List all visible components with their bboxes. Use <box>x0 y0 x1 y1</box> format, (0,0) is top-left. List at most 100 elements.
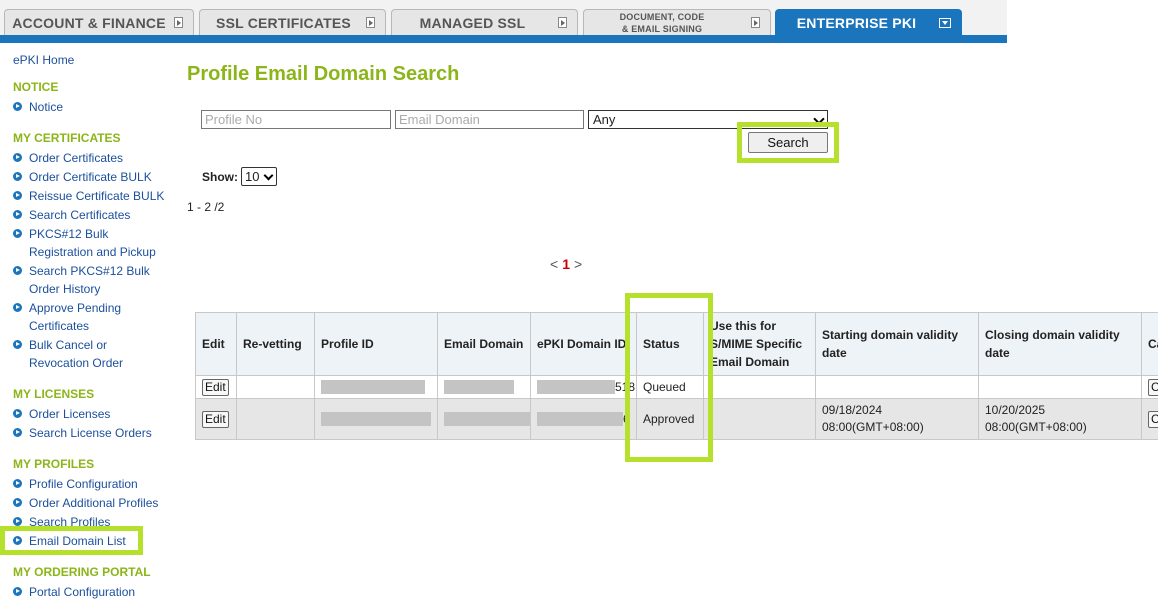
table-row: Edit 518 Queued C <box>195 375 1158 399</box>
tab-document-code-email-signing[interactable]: DOCUMENT, CODE & EMAIL SIGNING <box>583 9 771 35</box>
bullet-arrow-icon <box>13 536 22 545</box>
start-validity-cell: 09/18/2024 08:00(GMT+08:00) <box>815 398 979 440</box>
show-label: Show: <box>202 170 238 184</box>
sidebar-item-label: Order Certificate BULK <box>29 170 152 184</box>
bullet-arrow-icon <box>13 517 22 526</box>
top-navigation: ACCOUNT & FINANCE SSL CERTIFICATES MANAG… <box>0 0 1007 43</box>
cancel-button[interactable]: C <box>1148 410 1158 428</box>
sidebar-item-label-line1: Approve Pending <box>29 301 122 315</box>
domain-id-tail: 6 <box>623 411 630 426</box>
dropdown-arrow-icon <box>939 18 951 28</box>
smime-cell <box>703 398 816 440</box>
tab-label-line2: & EMAIL SIGNING <box>621 23 703 34</box>
result-range: 1 - 2 /2 <box>187 200 225 214</box>
sidebar-item-label: Profile Configuration <box>29 477 138 491</box>
pager-next[interactable]: > <box>574 256 582 272</box>
tab-label: MANAGED SSL <box>419 14 526 31</box>
sidebar-item-order-certificate-bulk[interactable]: Order Certificate BULK <box>13 168 152 186</box>
chevron-down-icon <box>263 170 274 181</box>
col-header-profile-id: Profile ID <box>314 312 438 376</box>
close-time: 08:00(GMT+08:00) <box>985 420 1087 434</box>
results-table-container: Edit Re-vetting Profile ID Email Domain … <box>195 312 1158 442</box>
sidebar-item-label-line1: Bulk Cancel or <box>29 338 108 352</box>
revetting-cell <box>236 375 315 399</box>
sidebar-item-label-line2: Revocation Order <box>29 356 124 370</box>
bullet-arrow-icon <box>13 229 22 238</box>
cancel-button[interactable]: C <box>1148 378 1158 396</box>
sidebar-item-label: Order Licenses <box>29 407 111 421</box>
sidebar-item-bulk-cancel-revocation[interactable]: Bulk Cancel or Revocation Order <box>13 336 123 372</box>
close-date: 10/20/2025 <box>985 403 1046 417</box>
sidebar-item-email-domain-list[interactable]: Email Domain List <box>13 532 126 550</box>
bullet-arrow-icon <box>13 498 22 507</box>
bullet-arrow-icon <box>13 428 22 437</box>
expand-arrow-icon <box>366 17 375 28</box>
edit-button[interactable]: Edit <box>202 378 229 396</box>
sidebar-home-link[interactable]: ePKI Home <box>13 53 74 67</box>
redacted-domain-id <box>537 412 623 427</box>
sidebar-item-label-line1: PKCS#12 Bulk <box>29 227 109 241</box>
col-header-epki-domain-id: ePKI Domain ID <box>530 312 637 376</box>
sidebar-item-order-additional-profiles[interactable]: Order Additional Profiles <box>13 494 158 512</box>
page-title: Profile Email Domain Search <box>187 63 460 85</box>
sidebar-item-pkcs12-bulk-registration[interactable]: PKCS#12 Bulk Registration and Pickup <box>13 225 156 261</box>
col-header-email-domain: Email Domain <box>437 312 531 376</box>
sidebar-item-search-profiles[interactable]: Search Profiles <box>13 513 110 531</box>
tab-label: SSL CERTIFICATES <box>216 14 351 31</box>
bullet-arrow-icon <box>13 191 22 200</box>
tab-label: ENTERPRISE PKI <box>796 14 917 31</box>
sidebar-item-label: Order Additional Profiles <box>29 496 159 510</box>
sidebar-item-search-pkcs12-bulk[interactable]: Search PKCS#12 Bulk Order History <box>13 262 150 298</box>
email-domain-input[interactable] <box>395 110 584 129</box>
expand-arrow-icon <box>174 17 183 28</box>
pager-current-page[interactable]: 1 <box>562 256 570 272</box>
sidebar-item-search-certificates[interactable]: Search Certificates <box>13 206 130 224</box>
sidebar-item-profile-configuration[interactable]: Profile Configuration <box>13 475 138 493</box>
status-filter-select[interactable]: Any <box>588 110 828 129</box>
redacted-email-domain <box>444 412 530 427</box>
chevron-down-icon <box>813 113 825 125</box>
col-header-close-validity: Closing domain validity date <box>978 312 1142 376</box>
tab-ssl-certificates[interactable]: SSL CERTIFICATES <box>199 9 386 35</box>
sidebar-item-notice[interactable]: Notice <box>13 98 63 116</box>
start-date: 09/18/2024 <box>822 403 883 417</box>
results-table: Edit Re-vetting Profile ID Email Domain … <box>195 312 1158 440</box>
bullet-arrow-icon <box>13 266 22 275</box>
tab-label-line1: DOCUMENT, CODE <box>619 11 705 22</box>
col-header-smime-specific: Use this for S/MIME Specific Email Domai… <box>703 312 816 376</box>
sidebar-item-approve-pending-certificates[interactable]: Approve Pending Certificates <box>13 299 121 335</box>
revetting-cell <box>236 398 315 440</box>
tab-enterprise-pki[interactable]: ENTERPRISE PKI <box>775 9 962 35</box>
bullet-arrow-icon <box>13 153 22 162</box>
start-time: 08:00(GMT+08:00) <box>822 420 924 434</box>
col-header-edit: Edit <box>195 312 237 376</box>
sidebar-item-label: Reissue Certificate BULK <box>29 189 165 203</box>
close-validity-cell: 10/20/2025 08:00(GMT+08:00) <box>978 398 1142 440</box>
sidebar-section-my-profiles: MY PROFILES <box>13 457 95 471</box>
sidebar-item-order-certificates[interactable]: Order Certificates <box>13 149 123 167</box>
search-button[interactable]: Search <box>748 132 828 153</box>
col-header-status: Status <box>636 312 704 376</box>
page-size-select[interactable]: 10 <box>241 167 277 186</box>
sidebar-item-label-line2: Certificates <box>29 319 90 333</box>
sidebar-item-portal-configuration[interactable]: Portal Configuration <box>13 583 135 601</box>
table-header-row: Edit Re-vetting Profile ID Email Domain … <box>195 312 1158 376</box>
sidebar-item-label: Email Domain List <box>29 534 126 548</box>
sidebar-item-search-license-orders[interactable]: Search License Orders <box>13 424 152 442</box>
edit-button[interactable]: Edit <box>202 410 229 428</box>
tab-managed-ssl[interactable]: MANAGED SSL <box>391 9 578 35</box>
sidebar-section-my-certificates: MY CERTIFICATES <box>13 131 121 145</box>
profile-no-input[interactable] <box>201 110 391 129</box>
sidebar-item-reissue-certificate-bulk[interactable]: Reissue Certificate BULK <box>13 187 164 205</box>
smime-cell <box>703 375 816 399</box>
pagination: <1 > <box>550 256 582 272</box>
bullet-arrow-icon <box>13 102 22 111</box>
pager-prev[interactable]: < <box>550 256 558 272</box>
sidebar-item-label: Search Certificates <box>29 208 131 222</box>
bullet-arrow-icon <box>13 409 22 418</box>
domain-id-tail: 518 <box>615 379 636 394</box>
tab-account-finance[interactable]: ACCOUNT & FINANCE <box>4 9 194 35</box>
sidebar-item-order-licenses[interactable]: Order Licenses <box>13 405 110 423</box>
sidebar-section-notice: NOTICE <box>13 80 59 94</box>
sidebar-item-label-line1: Search PKCS#12 Bulk <box>29 264 150 278</box>
